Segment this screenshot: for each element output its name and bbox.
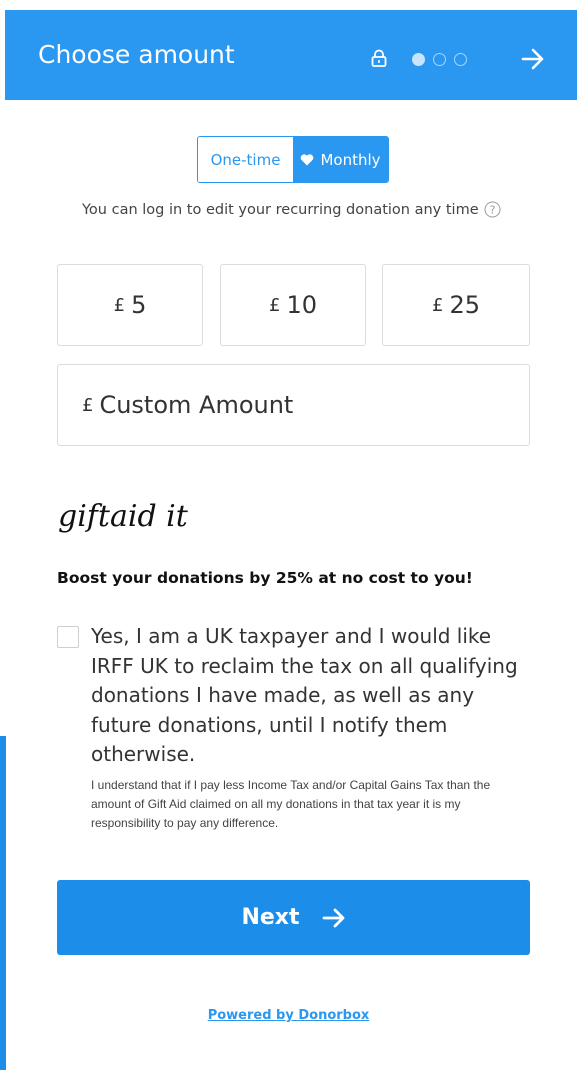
custom-amount-field[interactable]: £ [57,364,530,446]
amount-value: 5 [131,291,147,319]
currency-symbol: £ [82,394,94,416]
monthly-label: Monthly [320,150,381,169]
giftaid-headline: Boost your donations by 25% at no cost t… [57,569,473,587]
svg-text:?: ? [489,204,495,217]
step-dot-2 [433,53,446,66]
page-title: Choose amount [38,40,235,69]
giftaid-consent-text[interactable]: Yes, I am a UK taxpayer and I would like… [91,622,521,770]
amount-option-10[interactable]: £ 10 [220,264,366,346]
currency-symbol: £ [113,294,126,316]
amount-value: 25 [449,291,480,319]
heart-icon [301,153,314,165]
donation-form: Choose amount One-time Monthly You can l… [0,0,577,1070]
amount-option-25[interactable]: £ 25 [382,264,530,346]
giftaid-logo-text: giftaid it [58,499,189,534]
giftaid-logo: giftaid it [58,499,189,534]
next-button[interactable]: Next [57,880,530,955]
lock-icon [371,49,387,67]
giftaid-checkbox[interactable] [57,626,79,648]
help-icon[interactable]: ? [484,201,501,218]
monthly-option[interactable]: Monthly [293,137,388,182]
custom-amount-input[interactable] [99,391,480,419]
one-time-option[interactable]: One-time [198,137,293,182]
step-dot-3 [454,53,467,66]
step-indicator [412,53,467,66]
powered-by-link[interactable]: Powered by Donorbox [0,1008,577,1023]
next-button-label: Next [241,905,300,930]
frequency-toggle: One-time Monthly [197,136,389,183]
arrow-right-icon[interactable] [521,48,545,70]
amount-value: 10 [286,291,317,319]
recurring-note: You can log in to edit your recurring do… [82,201,501,218]
currency-symbol: £ [432,294,444,316]
giftaid-fine-print: I understand that if I pay less Income T… [91,778,491,830]
arrow-right-icon [322,908,344,927]
currency-symbol: £ [269,294,281,316]
recurring-note-text: You can log in to edit your recurring do… [82,201,479,218]
header-bar: Choose amount [5,10,577,100]
amount-option-5[interactable]: £ 5 [57,264,203,346]
step-dot-1-active [412,53,425,66]
one-time-label: One-time [210,150,281,169]
